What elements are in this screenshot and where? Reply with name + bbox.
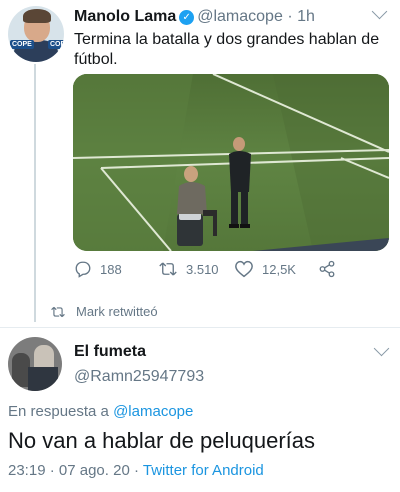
author-handle[interactable]: @Ramn25947793 bbox=[74, 368, 204, 386]
tweet-header: Manolo Lama ✓ @lamacope · 1h bbox=[74, 8, 315, 26]
share-icon bbox=[319, 260, 335, 278]
like-action[interactable]: 12,5K bbox=[234, 260, 296, 278]
share-action[interactable] bbox=[318, 260, 344, 278]
tweet-photo[interactable] bbox=[73, 74, 389, 251]
tweet-text: Termina la batalla y dos grandes hablan … bbox=[74, 31, 380, 68]
reply-icon bbox=[75, 261, 91, 278]
author-handle[interactable]: @lamacope bbox=[197, 8, 283, 25]
author-name[interactable]: El fumeta bbox=[74, 343, 146, 361]
tweet-text: No van a hablar de peluquerías bbox=[8, 428, 315, 453]
reply-action[interactable]: 188 bbox=[74, 260, 122, 278]
meta-separator: · bbox=[287, 8, 293, 25]
like-count: 12,5K bbox=[262, 261, 296, 277]
avatar[interactable] bbox=[8, 337, 62, 391]
author-name[interactable]: Manolo Lama bbox=[74, 8, 176, 25]
like-icon bbox=[235, 260, 253, 278]
retweet-indicator-label: Mark retwitteó bbox=[76, 304, 158, 319]
chevron-down-icon[interactable] bbox=[373, 340, 390, 357]
reply-target-link[interactable]: @lamacope bbox=[113, 403, 193, 420]
tweet-footer: 23:19 · 07 ago. 20 · Twitter for Android bbox=[8, 462, 264, 479]
tweet-date[interactable]: 07 ago. 20 bbox=[59, 462, 130, 479]
retweet-icon bbox=[51, 306, 65, 317]
tweet-time[interactable]: 1h bbox=[297, 8, 315, 25]
tweet-source-link[interactable]: Twitter for Android bbox=[143, 462, 264, 479]
meta-separator: · bbox=[133, 462, 139, 479]
avatar[interactable]: COPE COPE bbox=[8, 6, 64, 62]
verified-badge-icon: ✓ bbox=[179, 10, 195, 25]
tweet-card[interactable]: COPE COPE Manolo Lama✓@lamacope · 1h Ter… bbox=[0, 0, 400, 330]
reply-count: 188 bbox=[100, 261, 122, 277]
cope-logo-badge: COPE bbox=[48, 40, 64, 49]
cope-logo-badge: COPE bbox=[10, 40, 34, 49]
chevron-down-icon[interactable] bbox=[371, 3, 388, 20]
tweet-actions: 188 3.510 12,5K bbox=[74, 260, 374, 282]
retweet-indicator[interactable]: Mark retwitteó bbox=[50, 304, 158, 319]
reply-context: En respuesta a @lamacope bbox=[8, 403, 193, 420]
divider bbox=[0, 327, 400, 328]
retweet-count: 3.510 bbox=[186, 261, 219, 277]
thread-connector-line bbox=[34, 64, 36, 322]
meta-separator: · bbox=[49, 462, 55, 479]
retweet-action[interactable]: 3.510 bbox=[158, 260, 219, 278]
retweet-icon bbox=[159, 262, 177, 276]
tweet-time[interactable]: 23:19 bbox=[8, 462, 46, 479]
football-pitch-photo bbox=[73, 74, 389, 251]
reply-prefix: En respuesta a bbox=[8, 403, 109, 420]
